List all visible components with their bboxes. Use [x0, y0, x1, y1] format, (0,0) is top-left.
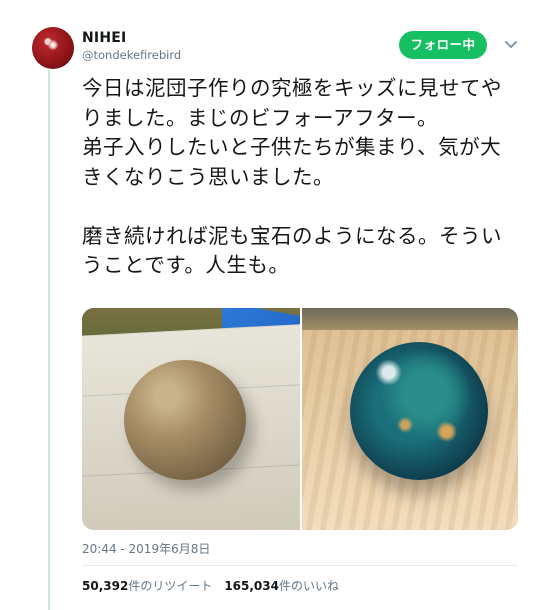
author-handle[interactable]: @tondekefirebird	[82, 48, 181, 62]
mud-ball	[124, 360, 246, 480]
likes-stat[interactable]: 165,034件のいいね	[224, 579, 339, 593]
mud-ball-photo[interactable]	[82, 308, 300, 530]
chevron-down-icon[interactable]	[503, 36, 519, 52]
tweet-media[interactable]	[82, 308, 518, 530]
likes-label: 件のいいね	[278, 579, 339, 593]
thread-line	[48, 70, 50, 610]
divider	[82, 565, 518, 566]
floor-background	[302, 308, 518, 330]
author-name[interactable]: NIHEI	[82, 30, 126, 46]
retweets-label: 件のリツイート	[128, 579, 213, 593]
tweet-text: 今日は泥団子作りの究極をキッズに見せてやりました。まじのビフォーアフター。 弟子…	[82, 76, 502, 277]
retweets-stat[interactable]: 50,392件のリツイート	[82, 579, 212, 593]
retweets-count: 50,392	[82, 579, 129, 593]
polished-gem-ball	[350, 342, 488, 480]
following-button[interactable]: フォロー中	[399, 31, 487, 59]
avatar[interactable]	[32, 27, 74, 69]
likes-count: 165,034	[224, 579, 279, 593]
engagement-stats: 50,392件のリツイート 165,034件のいいね	[82, 577, 339, 594]
timestamp[interactable]: 20:44 - 2019年6月8日	[82, 540, 210, 557]
gem-ball-photo[interactable]	[302, 308, 518, 530]
